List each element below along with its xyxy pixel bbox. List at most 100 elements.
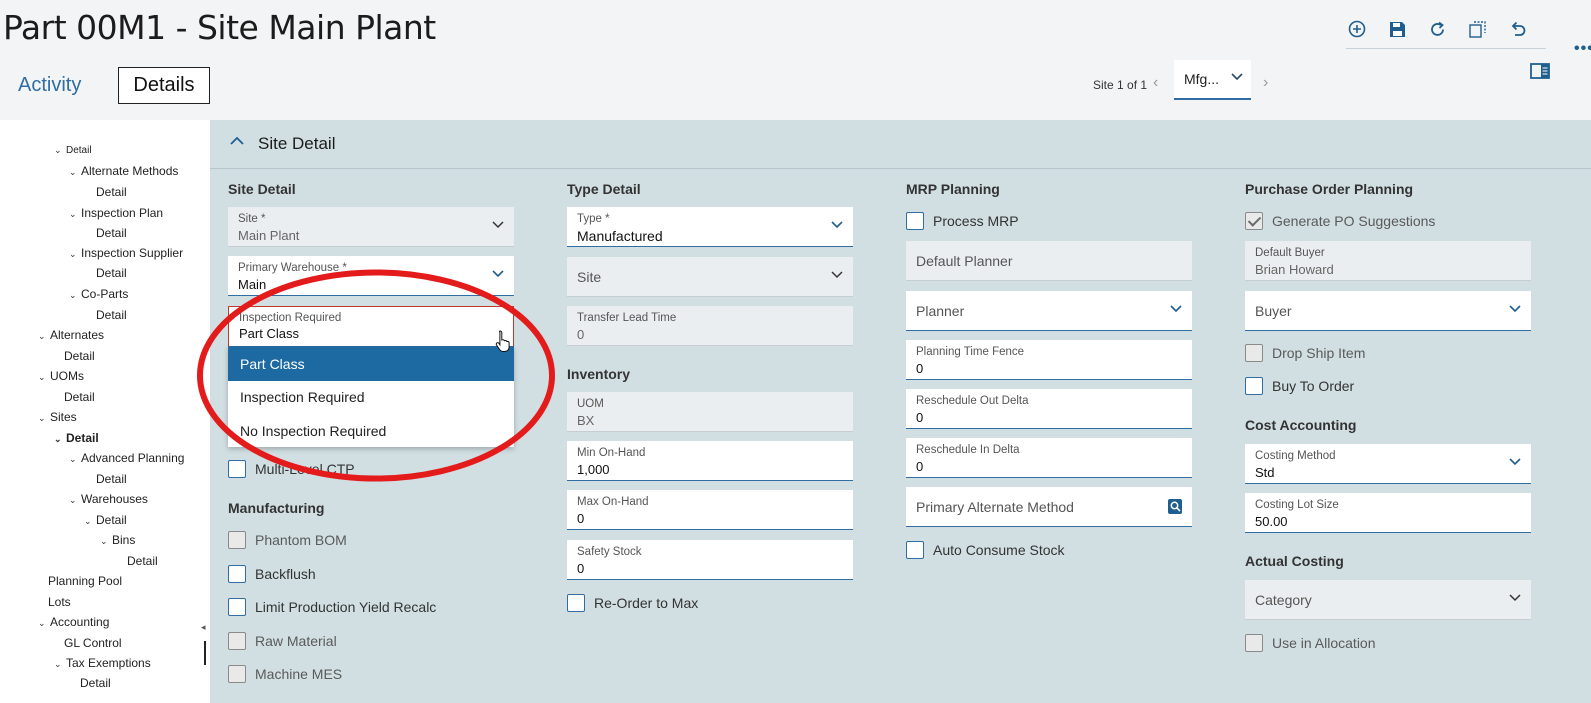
- safety-stock-value: 0: [577, 561, 585, 576]
- section-header[interactable]: Site Detail: [210, 120, 1591, 169]
- tree-item-inspection-supplier[interactable]: ⌄ Inspection Supplier: [69, 246, 183, 260]
- tree-item-inspection-plan[interactable]: ⌄ Inspection Plan: [69, 206, 163, 220]
- planner-placeholder: Planner: [916, 303, 965, 319]
- tree-item-detail[interactable]: Detail: [64, 390, 95, 404]
- more-options-icon[interactable]: •••: [1574, 40, 1591, 58]
- mrp-planning-heading: MRP Planning: [906, 181, 1000, 197]
- reschedule-in-delta-field[interactable]: Reschedule In Delta 0: [906, 438, 1192, 478]
- tree-item-detail[interactable]: Detail: [96, 472, 127, 486]
- category-select: Category: [1245, 580, 1531, 620]
- option-no-inspection-required[interactable]: No Inspection Required: [228, 414, 514, 448]
- save-icon[interactable]: [1386, 18, 1408, 40]
- tree-item-sites[interactable]: ⌄ Sites: [38, 410, 77, 424]
- site-field[interactable]: Site * Main Plant: [228, 207, 514, 247]
- tree-item-planning-pool[interactable]: Planning Pool: [48, 574, 122, 588]
- auto-consume-stock-checkbox[interactable]: Auto Consume Stock: [906, 541, 1065, 559]
- min-on-hand-field[interactable]: Min On-Hand 1,000: [567, 441, 853, 481]
- refresh-icon[interactable]: [1426, 18, 1448, 40]
- primary-warehouse-select[interactable]: Primary Warehouse * Main: [228, 256, 514, 296]
- primary-alternate-method-field[interactable]: Primary Alternate Method: [906, 487, 1192, 527]
- limit-yield-checkbox[interactable]: Limit Production Yield Recalc: [228, 598, 436, 616]
- tree-item-alternates[interactable]: ⌄ Alternates: [38, 328, 104, 342]
- tree-item-detail[interactable]: Detail: [96, 266, 127, 280]
- collapse-tree-icon[interactable]: ◂: [201, 622, 206, 633]
- costing-lot-size-field[interactable]: Costing Lot Size 50.00: [1245, 493, 1531, 533]
- tree-item-warehouses[interactable]: ⌄ Warehouses: [69, 492, 148, 506]
- search-icon[interactable]: [1168, 499, 1182, 514]
- max-on-hand-value: 0: [577, 511, 585, 526]
- navigation-tree: ⌄ Detail ⌄ Alternate Methods Detail ⌄ Inspe…: [0, 120, 210, 703]
- checkbox-box[interactable]: [228, 598, 246, 616]
- backflush-checkbox[interactable]: Backflush: [228, 565, 316, 583]
- costing-method-select[interactable]: Costing Method Std: [1245, 444, 1531, 484]
- limit-yield-label: Limit Production Yield Recalc: [255, 599, 437, 615]
- actual-costing-heading: Actual Costing: [1245, 553, 1344, 569]
- side-panel-icon[interactable]: [1530, 63, 1550, 79]
- tab-activity[interactable]: Activity: [18, 74, 81, 97]
- tree-item-detail[interactable]: ⌄ Detail: [54, 145, 92, 157]
- inspection-required-select[interactable]: Inspection Required Part Class: [228, 306, 514, 347]
- tree-item-detail[interactable]: Detail: [96, 226, 127, 240]
- tree-item-tax-exemptions[interactable]: ⌄ Tax Exemptions: [54, 656, 151, 670]
- max-on-hand-field[interactable]: Max On-Hand 0: [567, 490, 853, 530]
- buy-to-order-checkbox[interactable]: Buy To Order: [1245, 377, 1354, 395]
- add-icon[interactable]: [1346, 18, 1368, 40]
- checkbox-box[interactable]: [228, 460, 246, 478]
- copy-icon[interactable]: [1466, 18, 1488, 40]
- tree-scrollbar[interactable]: [204, 641, 206, 665]
- planning-time-fence-field[interactable]: Planning Time Fence 0: [906, 340, 1192, 380]
- default-buyer-field: Default Buyer Brian Howard: [1245, 241, 1531, 281]
- tree-item-bins[interactable]: ⌄ Bins: [100, 533, 135, 547]
- site-select[interactable]: Mfg...: [1174, 60, 1251, 100]
- tree-item-detail[interactable]: Detail: [80, 676, 111, 690]
- safety-stock-field[interactable]: Safety Stock 0: [567, 540, 853, 580]
- tree-item-lots[interactable]: Lots: [48, 595, 71, 609]
- tree-item-gl-control[interactable]: GL Control: [64, 636, 122, 650]
- planner-select[interactable]: Planner: [906, 291, 1192, 331]
- tree-item-site-detail-selected[interactable]: ⌄ Detail: [54, 431, 99, 445]
- checkbox-box[interactable]: [906, 541, 924, 559]
- default-planner-field: Default Planner: [906, 241, 1192, 281]
- tree-item-detail[interactable]: ⌄ Detail: [84, 513, 127, 527]
- tree-item-uoms[interactable]: ⌄ UOMs: [38, 369, 84, 383]
- machine-mes-checkbox: Machine MES: [228, 665, 342, 683]
- checkbox-box[interactable]: [567, 594, 585, 612]
- costing-method-label: Costing Method: [1255, 450, 1336, 462]
- buyer-select[interactable]: Buyer: [1245, 291, 1531, 331]
- undo-icon[interactable]: [1506, 18, 1528, 40]
- multi-level-ctp-checkbox[interactable]: Multi-Level CTP: [228, 460, 355, 478]
- type-site-placeholder: Site: [577, 269, 602, 285]
- checkbox-box[interactable]: [906, 212, 924, 230]
- raw-material-label: Raw Material: [255, 633, 337, 649]
- drop-ship-item-label: Drop Ship Item: [1272, 345, 1366, 361]
- option-part-class[interactable]: Part Class: [228, 347, 514, 381]
- reschedule-out-delta-value: 0: [916, 410, 924, 425]
- tree-item-accounting[interactable]: ⌄ Accounting: [38, 615, 109, 629]
- checkbox-box: [228, 665, 246, 683]
- tree-item-co-parts[interactable]: ⌄ Co-Parts: [69, 287, 128, 301]
- tree-item-detail[interactable]: Detail: [96, 308, 127, 322]
- checkbox-box: [1245, 344, 1263, 362]
- previous-site-icon[interactable]: ‹: [1153, 74, 1158, 92]
- checkbox-box[interactable]: [228, 565, 246, 583]
- min-on-hand-value: 1,000: [577, 462, 610, 477]
- next-site-icon[interactable]: ›: [1263, 74, 1268, 92]
- tab-details[interactable]: Details: [118, 67, 210, 104]
- chevron-up-icon[interactable]: [230, 136, 244, 145]
- toolbar-divider: [1346, 48, 1546, 49]
- tree-item-detail[interactable]: Detail: [64, 349, 95, 363]
- chevron-down-icon: [1509, 594, 1521, 602]
- reschedule-out-delta-field[interactable]: Reschedule Out Delta 0: [906, 389, 1192, 429]
- manufacturing-heading: Manufacturing: [228, 500, 325, 516]
- checkbox-box[interactable]: [1245, 377, 1263, 395]
- po-planning-heading: Purchase Order Planning: [1245, 181, 1414, 197]
- cost-accounting-heading: Cost Accounting: [1245, 417, 1357, 433]
- tree-item-detail[interactable]: Detail: [96, 185, 127, 199]
- tree-item-detail[interactable]: Detail: [127, 554, 158, 568]
- option-inspection-required[interactable]: Inspection Required: [228, 381, 514, 415]
- type-select[interactable]: Type * Manufactured: [567, 207, 853, 247]
- tree-item-alternate-methods[interactable]: ⌄ Alternate Methods: [69, 164, 178, 178]
- process-mrp-checkbox[interactable]: Process MRP: [906, 212, 1019, 230]
- reorder-to-max-checkbox[interactable]: Re-Order to Max: [567, 594, 698, 612]
- tree-item-advanced-planning[interactable]: ⌄ Advanced Planning: [69, 451, 184, 465]
